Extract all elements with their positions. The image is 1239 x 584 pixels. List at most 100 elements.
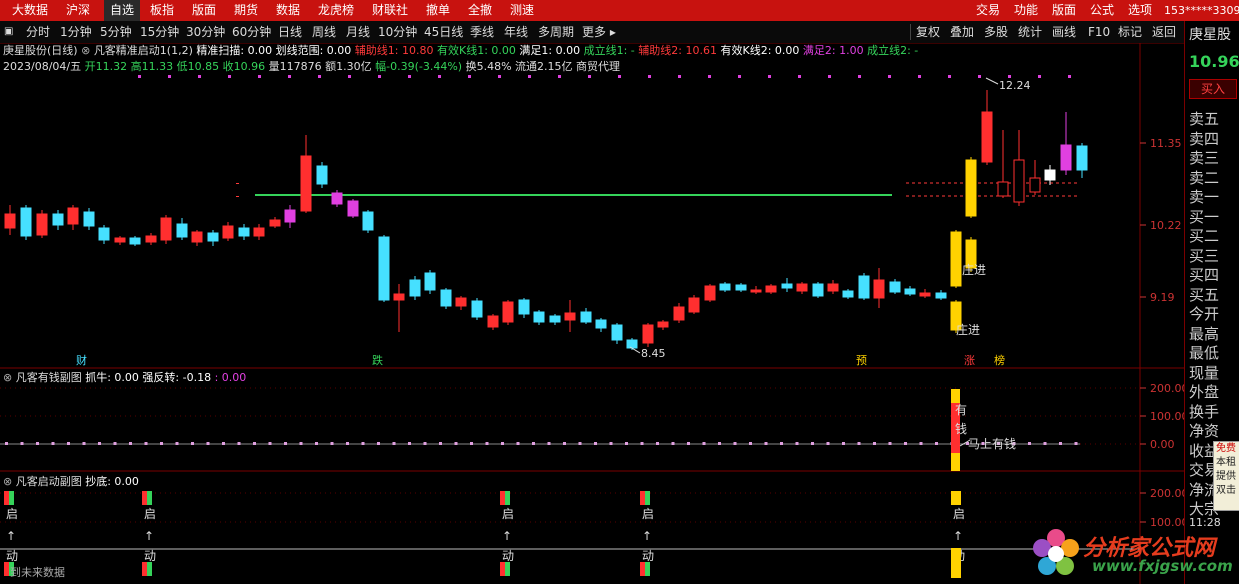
sub1-dot (687, 442, 690, 445)
sub1-dot (1028, 442, 1031, 445)
sub1-annotation-qian: 钱 (955, 421, 967, 436)
candle-body (393, 293, 405, 301)
candle-body (657, 321, 669, 328)
candle-body (455, 297, 467, 307)
candle-body (580, 311, 592, 323)
event-marker-rise[interactable]: 涨 (964, 354, 975, 367)
sub1-dot (578, 442, 582, 445)
launch-arrow: ↑ (953, 529, 963, 543)
candle-body (1044, 169, 1056, 181)
sub1-dot (516, 442, 520, 445)
candle-body (207, 232, 219, 242)
sub1-dot (20, 442, 24, 445)
sub1-dot (454, 442, 458, 445)
candle-body (858, 275, 870, 299)
candle-body (1060, 144, 1072, 171)
sub1-dot (795, 442, 799, 445)
sub1-dot (160, 442, 163, 445)
candle-body (873, 279, 885, 299)
candle-body (842, 290, 854, 298)
launch-bar-green (645, 562, 650, 576)
candle-body (765, 285, 777, 293)
signal-dot (708, 75, 711, 78)
event-marker-ranking[interactable]: 榜 (994, 353, 1005, 367)
sub1-dot (919, 442, 923, 445)
event-marker-finance[interactable]: 财 (76, 353, 87, 367)
sub1-dot (749, 442, 752, 445)
rp-buy-button[interactable]: 买入 (1189, 79, 1237, 99)
sub1-dot (113, 442, 117, 445)
candle-body (52, 213, 64, 226)
launch-marker-dong: 动 (642, 549, 654, 563)
candle-body (440, 289, 452, 307)
signal-dot (918, 75, 921, 78)
candle-body (269, 219, 281, 227)
launch-arrow: ↑ (642, 529, 652, 543)
y-tick-main-1: 11.35 (1150, 137, 1182, 150)
signal-dot (588, 75, 591, 78)
candle-body (4, 213, 16, 229)
launch-arrow: ↑ (502, 529, 512, 543)
signal-dot (798, 75, 801, 78)
sub1-dot (439, 442, 442, 445)
candle-body (67, 207, 79, 225)
sub1-title[interactable]: 凡客有钱副图 (16, 371, 82, 384)
sub1-dot (377, 442, 380, 445)
candle-body (997, 181, 1009, 197)
launch-arrow: ↑ (144, 529, 154, 543)
candle-body (688, 297, 700, 313)
top-signal-dots (138, 75, 1071, 197)
sub1-dot (563, 442, 566, 445)
sub1-dot (284, 442, 287, 445)
event-marker-fall[interactable]: 跌 (372, 353, 383, 367)
low-price-label: 8.45 (641, 347, 666, 360)
sub1-y-ticks (0, 387, 1146, 445)
signal-dot (1008, 75, 1011, 78)
candle-body (316, 165, 328, 185)
signal-dot (1068, 75, 1071, 78)
launch-marker-qi: 启 (642, 507, 654, 521)
sub2-collapse-icon[interactable]: ⊗ (3, 475, 12, 488)
rp-row: 卖五 (1189, 110, 1220, 128)
rp-popup[interactable]: 免费 本租 提供 双击 (1213, 441, 1239, 511)
zhuang-jin-annotation-1: 庄进 (962, 262, 986, 277)
sub1-dot (51, 442, 55, 445)
launch-bar-green (147, 491, 152, 505)
rp-row: 卖一 (1189, 188, 1220, 206)
launch-bar-red (640, 562, 645, 576)
signal-dot (258, 75, 261, 78)
rp-row: 卖二 (1189, 168, 1220, 187)
signal-dot (528, 75, 531, 78)
sub2-title[interactable]: 凡客启动副图 (16, 475, 82, 488)
candle-body (564, 312, 576, 321)
event-marker-forecast[interactable]: 预 (856, 354, 867, 367)
sub1-dot (594, 442, 597, 445)
candle-body (284, 209, 296, 223)
candle-body (935, 292, 947, 299)
sub1-dot (237, 442, 241, 445)
signal-dot (408, 75, 411, 78)
candle-body (965, 159, 977, 217)
candle-body (145, 235, 157, 243)
sub1-dot (268, 442, 272, 445)
sub1-dot (67, 442, 70, 445)
candle-body (362, 211, 374, 231)
candle-body (160, 217, 172, 241)
launch-bar-red (142, 562, 147, 576)
right-quote-panel: 庚星股 10.96 买入 卖五 卖四 卖三 卖二 卖一 买一 买二 买三 买四 买五 今开 最高 最低现… (1184, 21, 1239, 584)
rp-row: 卖四 (1189, 129, 1220, 148)
sub1-collapse-icon[interactable]: ⊗ (3, 371, 12, 384)
rp-price: 10.96 (1189, 52, 1239, 71)
sub1-dot (408, 442, 411, 445)
rp-popup-line: 本租 (1216, 457, 1236, 468)
sub1-dot (609, 442, 613, 445)
sub2-launch-markers: 启↑动启↑动启↑动启↑动启↑动 (4, 491, 965, 578)
sub1-dot (532, 442, 535, 445)
rp-row: 买四 (1189, 266, 1220, 284)
candle-body (904, 288, 916, 295)
launch-marker-dong: 动 (502, 549, 514, 563)
launch-bar-gold (951, 491, 961, 505)
kline-chart-area[interactable]: 12.24 8.45 庄进 庄进 财 跌 预 涨 榜 有 钱 马上有钱 启 ↑ 动 启… (0, 0, 1184, 584)
signal-dot (318, 75, 321, 78)
signal-dot (888, 75, 891, 78)
